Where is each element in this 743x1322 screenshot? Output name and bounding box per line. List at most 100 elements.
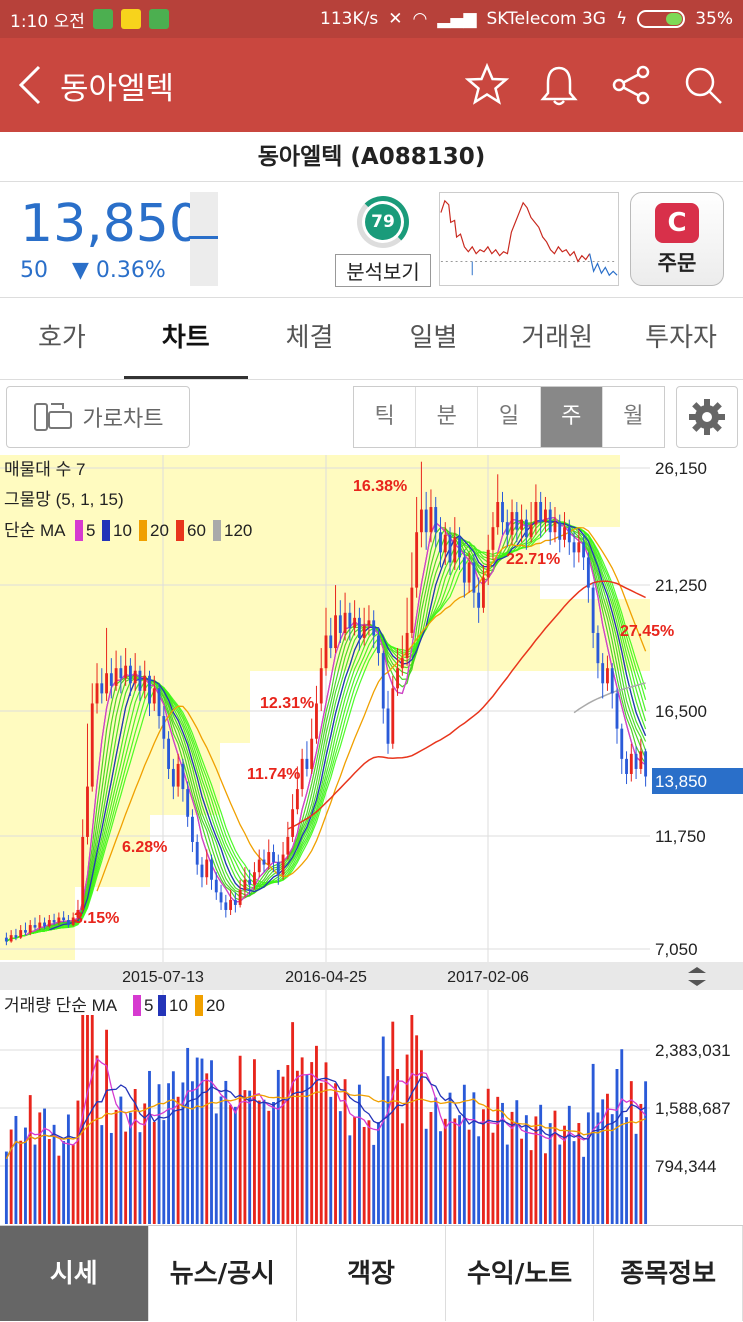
candle-body xyxy=(491,527,495,550)
bottom-tab-info[interactable]: 종목정보 xyxy=(594,1226,743,1321)
candle-body xyxy=(505,522,509,535)
volume-bar xyxy=(205,1073,209,1224)
order-button[interactable]: C 주문 xyxy=(630,192,724,286)
volume-bar xyxy=(572,1141,576,1224)
candle-body xyxy=(629,753,633,774)
legend-ma-prefix: 단순 MA xyxy=(4,521,66,540)
candle-body xyxy=(66,920,70,926)
candle-body xyxy=(553,522,557,533)
candle-body xyxy=(167,738,171,769)
analysis-button[interactable]: 분석보기 xyxy=(335,254,431,287)
volume-bar xyxy=(319,1082,323,1224)
volume-bar xyxy=(162,1120,166,1224)
volume-bar xyxy=(133,1089,137,1224)
analysis-score[interactable]: 79 분석보기 xyxy=(335,196,431,287)
change-percent: ▼ 0.36% xyxy=(72,258,166,283)
volume-bar xyxy=(47,1139,51,1224)
tab-trades[interactable]: 체결 xyxy=(248,298,372,379)
candle-body xyxy=(429,507,433,533)
score-value: 79 xyxy=(365,204,401,240)
share-icon xyxy=(612,65,650,105)
candle-body xyxy=(286,836,290,855)
candle-body xyxy=(625,758,628,774)
volume-bar xyxy=(66,1114,70,1224)
bottom-tab-news[interactable]: 뉴스/공시 xyxy=(149,1226,298,1321)
volume-bar xyxy=(52,1124,56,1224)
volume-legend: 거래량 단순 MA 5 10 20 xyxy=(4,995,225,1016)
volume-bar xyxy=(267,1110,271,1224)
volume-legend-prefix: 거래량 단순 MA xyxy=(4,996,118,1015)
share-button[interactable] xyxy=(607,61,655,109)
volume-bar xyxy=(606,1093,609,1224)
tab-brokers[interactable]: 거래원 xyxy=(495,298,619,379)
stock-chart[interactable]: 매물대 수 7 그물망 (5, 1, 15) 단순 MA 5 10 20 60 … xyxy=(0,455,743,1225)
tab-hoga[interactable]: 호가 xyxy=(0,298,124,379)
candle-body xyxy=(515,512,519,530)
candle-body xyxy=(109,673,113,686)
volume-bar xyxy=(19,1140,23,1224)
candle-body xyxy=(424,509,428,533)
candle-body xyxy=(410,587,414,633)
period-week[interactable]: 주 xyxy=(540,387,603,447)
candle-body xyxy=(28,925,32,933)
bottom-tab-lounge[interactable]: 객장 xyxy=(297,1226,446,1321)
annotation-percent: 12.31% xyxy=(260,695,314,712)
vol-tick-label: 794,344 xyxy=(655,1157,716,1176)
volume-bar xyxy=(534,1116,538,1224)
volume-bar xyxy=(381,1036,385,1224)
candle-body xyxy=(4,937,8,942)
candle-body xyxy=(310,738,314,769)
search-button[interactable] xyxy=(679,61,727,109)
candle-body xyxy=(548,509,552,533)
candle-body xyxy=(171,768,175,787)
chart-settings-button[interactable] xyxy=(676,386,738,448)
x-tick-label: 2017-02-06 xyxy=(447,969,529,986)
candle-body xyxy=(601,663,605,684)
candle-body xyxy=(582,542,586,558)
mini-line-down xyxy=(589,253,618,277)
candle-body xyxy=(577,542,581,553)
candle-body xyxy=(377,635,380,654)
favorite-button[interactable] xyxy=(463,61,511,109)
candle-body xyxy=(439,532,442,553)
period-minute[interactable]: 분 xyxy=(416,387,479,447)
x-axis: 2015-07-13 2016-04-25 2017-02-06 xyxy=(122,969,529,986)
landscape-chart-button[interactable]: 가로차트 xyxy=(6,386,190,448)
ma60-swatch xyxy=(176,520,184,541)
candle-body xyxy=(644,751,648,777)
candle-body xyxy=(396,668,399,689)
y-tick-label: 16,500 xyxy=(655,702,707,721)
tab-chart[interactable]: 차트 xyxy=(123,298,248,379)
back-button[interactable] xyxy=(0,38,60,132)
volume-bar xyxy=(405,1054,409,1224)
volume-bar xyxy=(315,1045,318,1224)
candle-body xyxy=(606,668,609,684)
tab-daily[interactable]: 일별 xyxy=(371,298,495,379)
candle-body xyxy=(334,615,337,649)
candle-body xyxy=(462,557,466,583)
period-day[interactable]: 일 xyxy=(478,387,541,447)
wifi-icon: ◠ xyxy=(412,9,428,29)
candle-body xyxy=(86,786,89,837)
candle-body xyxy=(162,716,166,739)
bottom-tab-quote[interactable]: 시세 xyxy=(0,1226,149,1321)
candle-body xyxy=(610,668,614,694)
candle-body xyxy=(9,935,13,942)
volume-bar xyxy=(448,1092,452,1224)
candle-body xyxy=(415,532,419,588)
candle-body xyxy=(386,708,390,744)
candle-body xyxy=(124,665,128,679)
volume-bar xyxy=(472,1092,476,1224)
volume-bar xyxy=(171,1071,175,1224)
period-tick[interactable]: 틱 xyxy=(354,387,417,447)
price-change: 50 ▼ 0.36% xyxy=(20,258,166,283)
bottom-tab-notes[interactable]: 수익/노트 xyxy=(446,1226,595,1321)
period-month[interactable]: 월 xyxy=(603,387,664,447)
volume-bar xyxy=(386,1076,390,1224)
alarm-button[interactable] xyxy=(535,61,583,109)
tab-investors[interactable]: 투자자 xyxy=(619,298,743,379)
candle-body xyxy=(210,859,213,880)
order-logo-icon: C xyxy=(655,203,699,243)
candle-body xyxy=(520,519,524,530)
candle-body xyxy=(81,836,85,910)
